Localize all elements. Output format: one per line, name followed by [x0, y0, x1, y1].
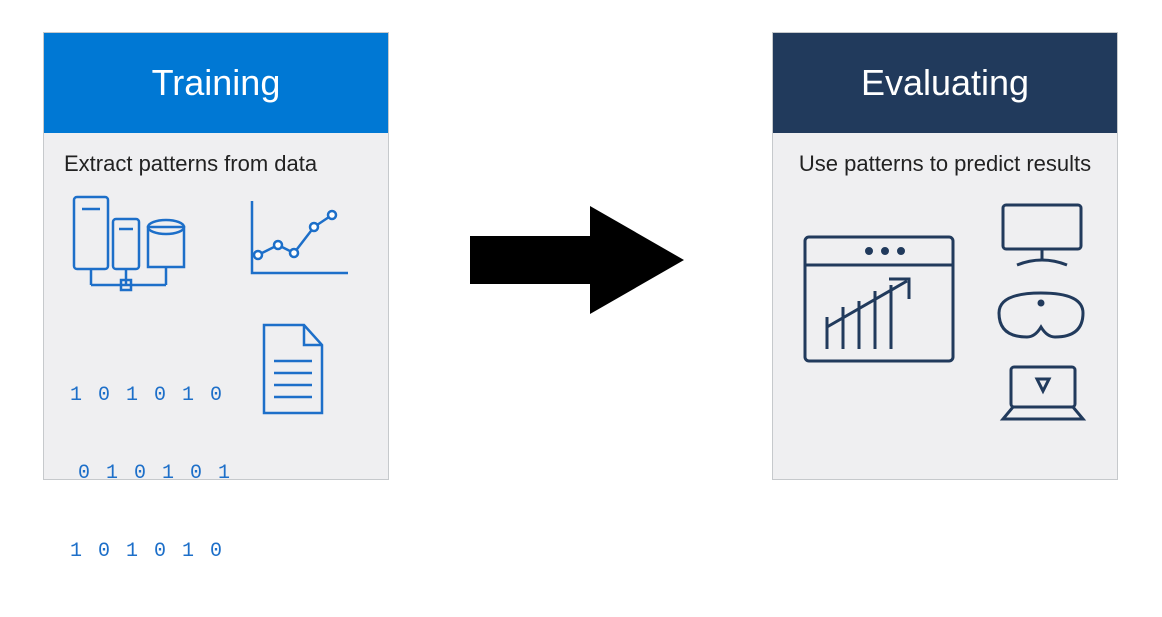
binary-line-0: 1 0 1 0 1 0	[70, 383, 232, 409]
training-card: Training Extract patterns from data	[43, 32, 389, 480]
evaluating-body: Use patterns to predict results	[773, 133, 1117, 461]
training-body: Extract patterns from data	[44, 133, 388, 461]
line-chart-icon	[244, 197, 354, 287]
evaluating-card: Evaluating Use patterns to predict resul…	[772, 32, 1118, 480]
evaluating-icons	[793, 191, 1097, 451]
monitor-icon	[997, 201, 1087, 271]
server-database-icon	[64, 191, 204, 301]
binary-line-1: 0 1 0 1 0 1	[70, 461, 232, 487]
training-description: Extract patterns from data	[64, 151, 368, 177]
binary-data-icon: 1 0 1 0 1 0 0 1 0 1 0 1 1 0 1 0 1 0	[70, 331, 232, 617]
dashboard-window-icon	[799, 231, 959, 371]
evaluating-description: Use patterns to predict results	[793, 151, 1097, 177]
evaluating-title: Evaluating	[773, 33, 1117, 133]
training-icons: 1 0 1 0 1 0 0 1 0 1 0 1 1 0 1 0 1 0	[64, 191, 368, 451]
arrow-icon	[470, 200, 690, 320]
document-icon	[254, 321, 334, 421]
laptop-icon	[993, 361, 1093, 431]
training-title: Training	[44, 33, 388, 133]
headset-icon	[991, 287, 1091, 347]
binary-line-2: 1 0 1 0 1 0	[70, 539, 232, 565]
